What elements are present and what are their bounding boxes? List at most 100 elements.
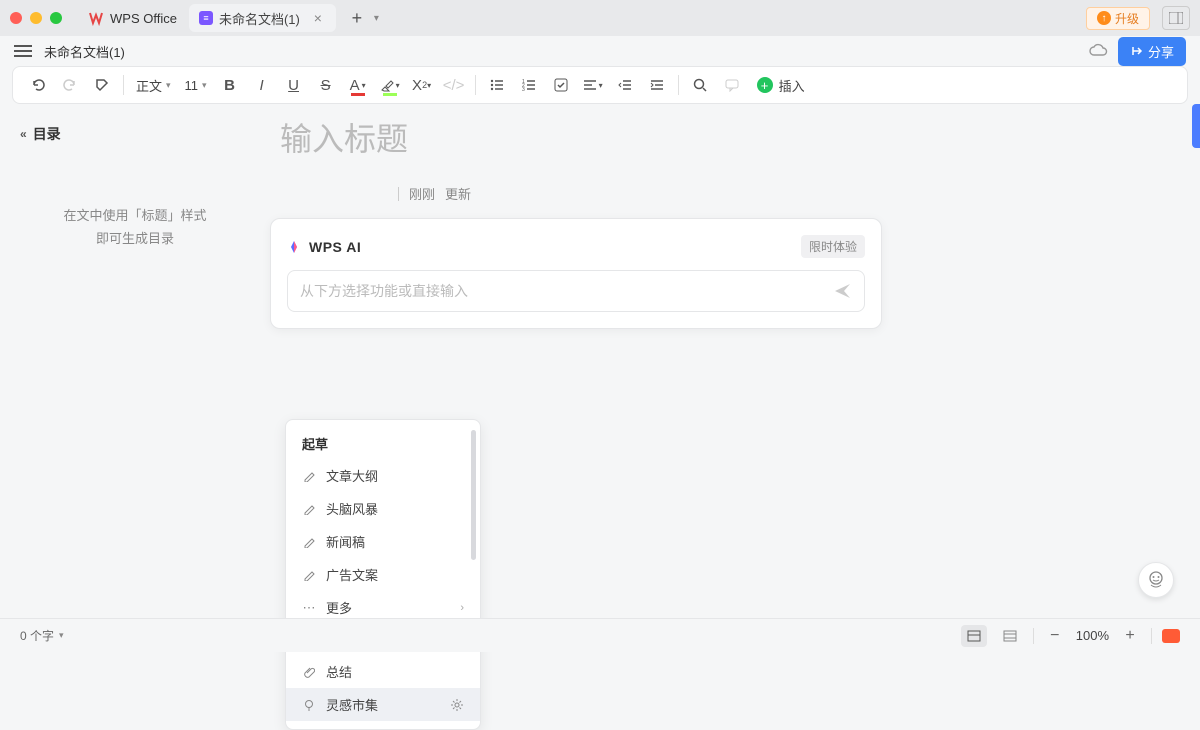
toc-empty-hint: 在文中使用「标题」样式 即可生成目录	[20, 204, 250, 251]
superscript-button[interactable]: X2▾	[407, 70, 437, 100]
statusbar: 0 个字 ▾ − 100% +	[0, 618, 1200, 652]
toc-title: 目录	[33, 124, 61, 144]
search-button[interactable]	[685, 70, 715, 100]
ai-input-placeholder: 从下方选择功能或直接输入	[300, 281, 834, 301]
view-mode-1[interactable]	[961, 625, 987, 647]
document-tab[interactable]: ≡ 未命名文档(1) ×	[189, 4, 336, 32]
floating-assistant-button[interactable]	[1138, 562, 1174, 598]
upgrade-arrow-icon: ↑	[1097, 11, 1111, 25]
ai-item-brainstorm[interactable]: 头脑风暴	[286, 492, 480, 525]
traffic-lights	[10, 12, 62, 24]
menu-button[interactable]	[14, 45, 32, 57]
bold-button[interactable]: B	[215, 70, 245, 100]
app-home-tab[interactable]: WPS Office	[76, 4, 189, 32]
zoom-in-button[interactable]: +	[1119, 625, 1141, 647]
pen-icon	[302, 502, 316, 516]
main-area: « 目录 在文中使用「标题」样式 即可生成目录 输入标题 刚刚 更新 WPS A…	[0, 108, 1200, 628]
toc-header[interactable]: « 目录	[20, 124, 250, 144]
chevron-down-icon: ▾	[202, 80, 207, 91]
record-indicator-icon[interactable]	[1162, 629, 1180, 643]
ai-item-news[interactable]: 新闻稿	[286, 525, 480, 558]
upgrade-button[interactable]: ↑ 升级	[1086, 7, 1150, 30]
ai-badge: 限时体验	[801, 235, 865, 258]
share-button[interactable]: 分享	[1118, 37, 1186, 66]
meta-update: 更新	[445, 184, 471, 203]
comment-button[interactable]	[717, 70, 747, 100]
ai-input[interactable]: 从下方选择功能或直接输入	[287, 270, 865, 312]
title-placeholder[interactable]: 输入标题	[280, 114, 1170, 160]
close-tab-icon[interactable]: ×	[310, 10, 326, 26]
chevron-down-icon: ▾	[59, 630, 64, 641]
pen-icon	[302, 568, 316, 582]
new-tab-button[interactable]: +	[344, 5, 370, 31]
outdent-button[interactable]	[610, 70, 640, 100]
side-panel-button[interactable]	[1162, 6, 1190, 30]
strikethrough-button[interactable]: S	[311, 70, 341, 100]
send-icon[interactable]	[834, 283, 852, 299]
wps-ai-logo-icon	[287, 240, 301, 254]
plus-icon: +	[757, 77, 773, 93]
svg-text:3: 3	[522, 87, 525, 92]
insert-button[interactable]: + 插入	[749, 76, 813, 95]
align-button[interactable]: ▾	[578, 70, 608, 100]
undo-button[interactable]	[23, 70, 53, 100]
share-icon	[1130, 44, 1144, 58]
outline-sidebar: « 目录 在文中使用「标题」样式 即可生成目录	[0, 108, 270, 628]
insert-label: 插入	[779, 76, 805, 95]
ai-item-inspiration[interactable]: 灵感市集	[286, 688, 480, 721]
ai-item-ad-copy[interactable]: 广告文案	[286, 558, 480, 591]
tab-dropdown-icon[interactable]: ▾	[374, 13, 379, 24]
ai-dropdown-menu: 起草 文章大纲 头脑风暴 新闻稿 广告文案 ⋯	[285, 419, 481, 730]
view-mode-2[interactable]	[997, 625, 1023, 647]
font-size-select[interactable]: 11▾	[179, 78, 213, 93]
wps-logo-icon	[88, 10, 104, 26]
font-color-button[interactable]: A▾	[343, 70, 373, 100]
zoom-value[interactable]: 100%	[1076, 628, 1109, 643]
chevron-down-icon: ▾	[166, 80, 171, 91]
document-page[interactable]: 输入标题 刚刚 更新 WPS AI 限时体验 从下方选择功能或直接输入 起草	[270, 108, 1200, 628]
scrollbar-thumb[interactable]	[471, 430, 476, 560]
pen-icon	[302, 535, 316, 549]
formatting-toolbar: 正文▾ 11▾ B I U S A▾ ▾ X2▾ </> 123 ▾ + 插入	[12, 66, 1188, 104]
app-name-label: WPS Office	[110, 11, 177, 26]
zoom-out-button[interactable]: −	[1044, 625, 1066, 647]
bulb-icon	[302, 698, 316, 712]
upgrade-label: 升级	[1115, 10, 1139, 27]
gear-icon[interactable]	[450, 698, 464, 712]
share-label: 分享	[1148, 42, 1174, 61]
document-tab-label: 未命名文档(1)	[219, 9, 300, 28]
word-count[interactable]: 0 个字 ▾	[20, 627, 64, 644]
indent-button[interactable]	[642, 70, 672, 100]
code-button[interactable]: </>	[439, 70, 469, 100]
maximize-window-icon[interactable]	[50, 12, 62, 24]
meta-time: 刚刚	[409, 184, 435, 203]
underline-button[interactable]: U	[279, 70, 309, 100]
document-name[interactable]: 未命名文档(1)	[44, 42, 125, 61]
collapse-icon: «	[20, 127, 27, 141]
highlight-button[interactable]: ▾	[375, 70, 405, 100]
ai-section-draft: 起草	[286, 428, 480, 459]
minimize-window-icon[interactable]	[30, 12, 42, 24]
bullet-list-button[interactable]	[482, 70, 512, 100]
more-icon: ⋯	[302, 601, 316, 615]
attachment-icon	[302, 665, 316, 679]
format-painter-button[interactable]	[87, 70, 117, 100]
assistant-icon	[1145, 569, 1167, 591]
paragraph-style-select[interactable]: 正文▾	[130, 76, 177, 95]
chevron-right-icon: ›	[460, 602, 464, 614]
close-window-icon[interactable]	[10, 12, 22, 24]
ai-panel: WPS AI 限时体验 从下方选择功能或直接输入 起草 文章大纲	[270, 218, 882, 329]
document-header: 未命名文档(1) 分享	[0, 36, 1200, 66]
document-meta: 刚刚 更新	[398, 184, 1170, 203]
ai-title: WPS AI	[309, 239, 361, 255]
checklist-button[interactable]	[546, 70, 576, 100]
ai-item-summary[interactable]: 总结	[286, 655, 480, 688]
numbered-list-button[interactable]: 123	[514, 70, 544, 100]
titlebar: WPS Office ≡ 未命名文档(1) × + ▾ ↑ 升级	[0, 0, 1200, 36]
ai-item-outline[interactable]: 文章大纲	[286, 459, 480, 492]
italic-button[interactable]: I	[247, 70, 277, 100]
pen-icon	[302, 469, 316, 483]
document-icon: ≡	[199, 11, 213, 25]
redo-button[interactable]	[55, 70, 85, 100]
cloud-sync-icon[interactable]	[1088, 43, 1108, 59]
